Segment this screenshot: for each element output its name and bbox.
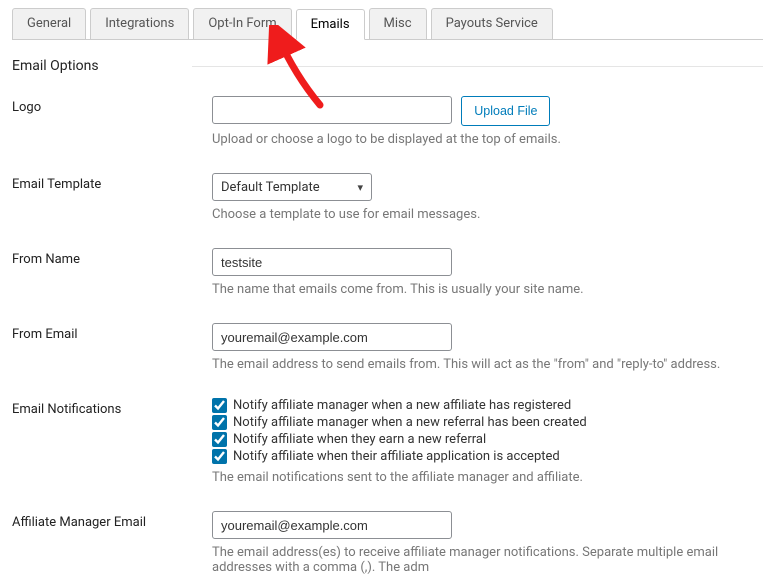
tab-payouts-service[interactable]: Payouts Service	[431, 8, 553, 39]
tab-misc[interactable]: Misc	[369, 8, 427, 39]
notify-manager-new-referral-checkbox[interactable]	[212, 415, 227, 430]
tab-optin-form[interactable]: Opt-In Form	[193, 8, 291, 39]
email-notifications-help: The email notifications sent to the affi…	[212, 470, 763, 485]
notify-manager-new-affiliate-checkbox[interactable]	[212, 398, 227, 413]
tab-emails[interactable]: Emails	[296, 9, 365, 40]
logo-help: Upload or choose a logo to be displayed …	[212, 132, 763, 147]
affiliate-manager-email-input[interactable]	[212, 511, 452, 539]
logo-input[interactable]	[212, 96, 452, 124]
chevron-down-icon: ▾	[357, 181, 363, 194]
notify-manager-new-referral-label: Notify affiliate manager when a new refe…	[233, 415, 587, 430]
email-template-label: Email Template	[12, 173, 212, 192]
affiliate-manager-email-help: The email address(es) to receive affilia…	[212, 545, 763, 575]
from-name-input[interactable]	[212, 248, 452, 276]
tab-general[interactable]: General	[12, 8, 86, 39]
notify-manager-new-affiliate-label: Notify affiliate manager when a new affi…	[233, 398, 571, 413]
logo-label: Logo	[12, 96, 212, 115]
settings-tabs: General Integrations Opt-In Form Emails …	[12, 8, 763, 40]
from-email-help: The email address to send emails from. T…	[212, 357, 763, 372]
affiliate-manager-email-label: Affiliate Manager Email	[12, 511, 212, 530]
upload-file-button[interactable]: Upload File	[461, 96, 550, 126]
notify-affiliate-referral-label: Notify affiliate when they earn a new re…	[233, 432, 486, 447]
email-template-value: Default Template	[221, 180, 320, 195]
section-divider	[192, 66, 763, 67]
from-name-help: The name that emails come from. This is …	[212, 282, 763, 297]
from-email-label: From Email	[12, 323, 212, 342]
notify-affiliate-accepted-label: Notify affiliate when their affiliate ap…	[233, 449, 560, 464]
email-template-help: Choose a template to use for email messa…	[212, 207, 763, 222]
notify-affiliate-accepted-checkbox[interactable]	[212, 449, 227, 464]
section-title: Email Options	[12, 58, 192, 74]
tab-integrations[interactable]: Integrations	[90, 8, 189, 39]
notify-affiliate-referral-checkbox[interactable]	[212, 432, 227, 447]
email-template-select[interactable]: Default Template ▾	[212, 173, 372, 201]
email-notifications-label: Email Notifications	[12, 398, 212, 417]
from-name-label: From Name	[12, 248, 212, 267]
from-email-input[interactable]	[212, 323, 452, 351]
